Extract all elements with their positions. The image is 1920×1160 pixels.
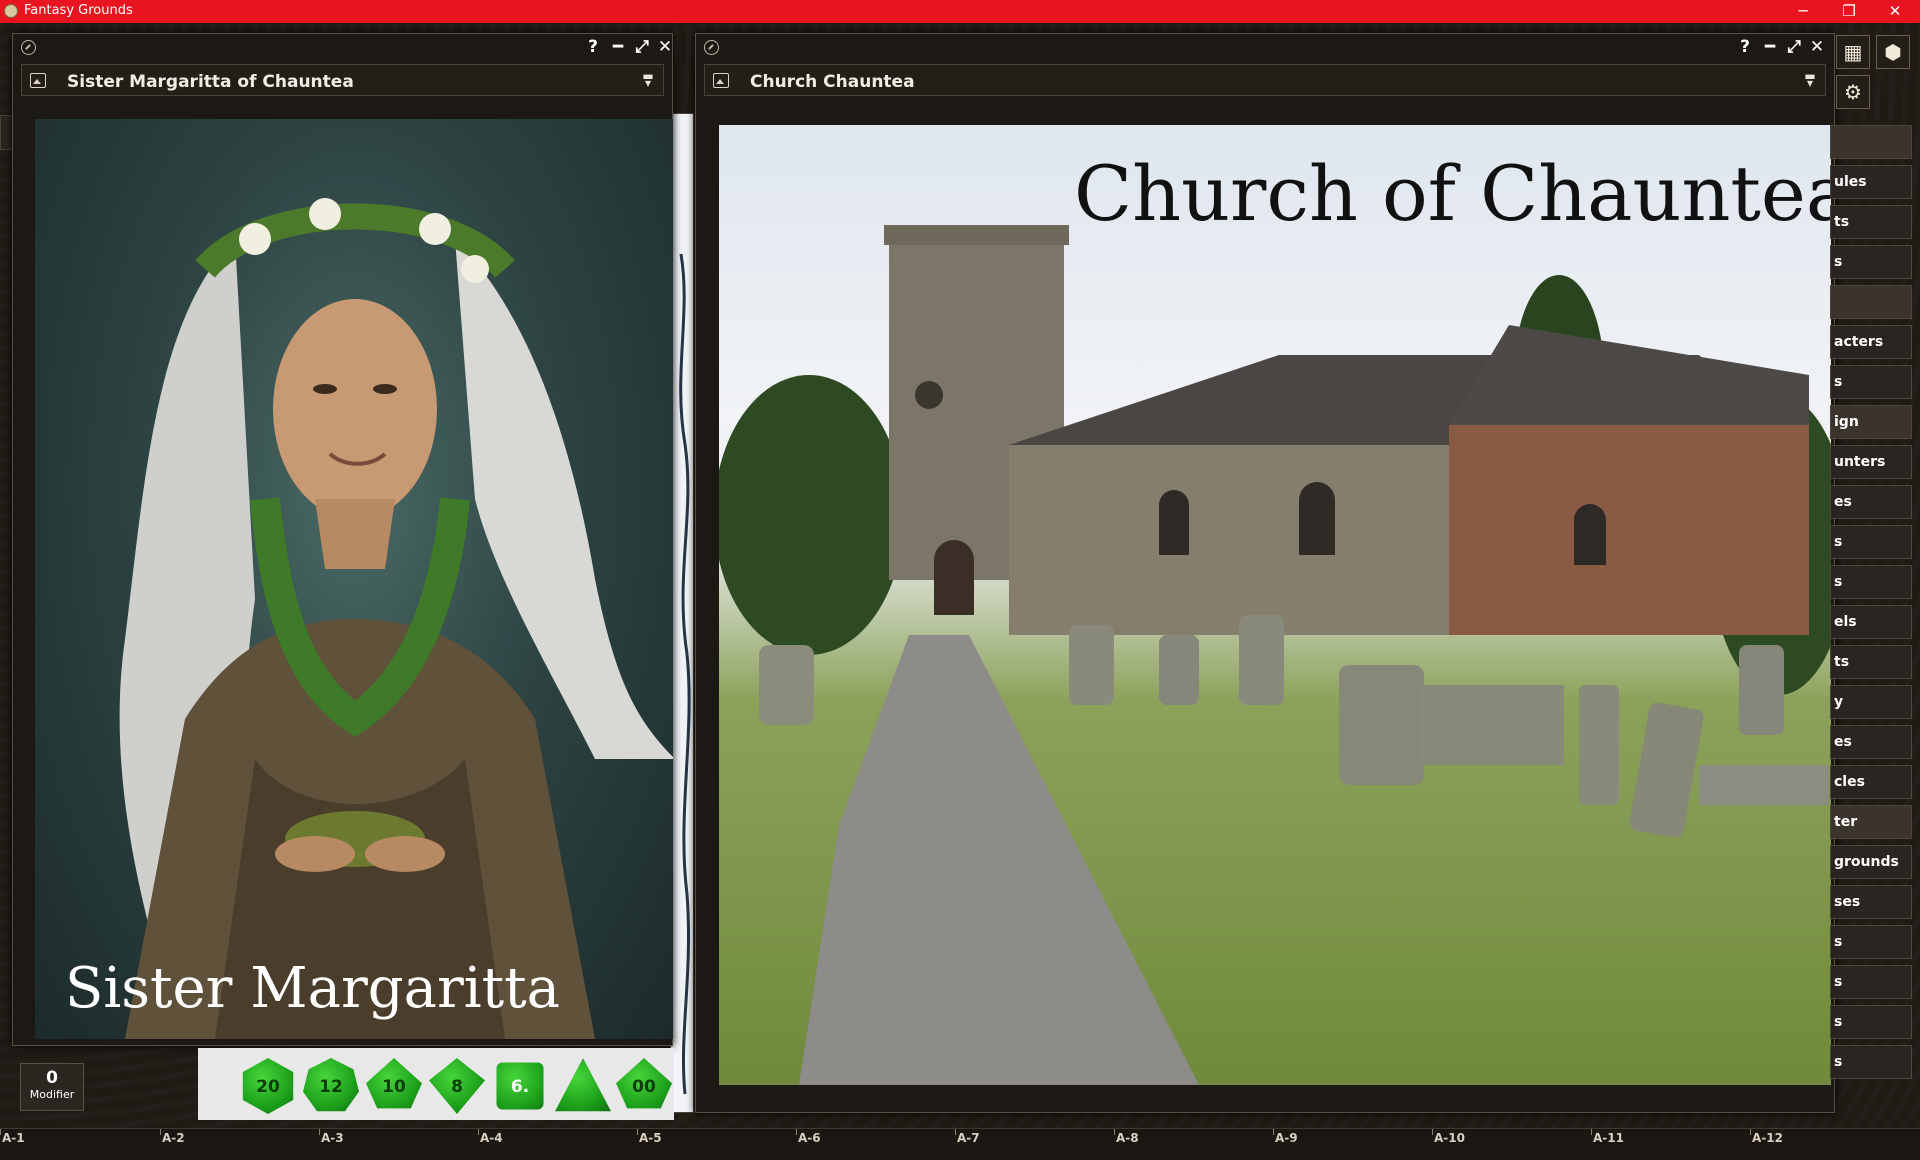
window-toolbar: ? ━ ⤢ ✕ [696, 34, 1834, 60]
gear-icon[interactable]: ⚙ [1836, 75, 1870, 109]
d20-die[interactable]: 20 [240, 1058, 296, 1114]
map-edge-art [679, 253, 691, 1095]
sidebar-item[interactable]: es [1830, 725, 1912, 759]
help-button[interactable]: ? [583, 37, 603, 57]
grid-label: A-9 [1275, 1131, 1298, 1145]
help-button[interactable]: ? [1735, 37, 1755, 57]
sidebar-item-encounters[interactable]: unters [1830, 445, 1912, 479]
grid-label: A-6 [798, 1131, 821, 1145]
modifier-label: Modifier [29, 1088, 75, 1101]
sidebar-item[interactable]: ts [1830, 205, 1912, 239]
sidebar-item[interactable] [1830, 125, 1912, 159]
image-window-sister-margaritta[interactable]: ? ━ ⤢ ✕ Sister Margaritta of Chauntea ▬ ▾ [12, 33, 673, 1046]
sidebar-item[interactable]: ses [1830, 885, 1912, 919]
d8-die[interactable]: 8 [429, 1058, 485, 1114]
sidebar-item[interactable]: es [1830, 485, 1912, 519]
menu-icon[interactable]: ▬ ▾ [639, 70, 657, 89]
portrait-caption: Sister Margaritta [65, 956, 560, 1021]
background-map-edge [670, 113, 694, 1113]
d10-die[interactable]: 10 [366, 1058, 422, 1114]
image-icon [713, 73, 729, 88]
link-icon[interactable] [704, 40, 719, 55]
window-header: Sister Margaritta of Chauntea ▬ ▾ [21, 64, 664, 96]
close-button[interactable]: ✕ [1807, 37, 1827, 57]
expand-button[interactable]: ⤢ [1784, 37, 1804, 57]
sidebar-item[interactable]: s [1830, 1005, 1912, 1039]
church-art: Church of Chauntea [719, 149, 1831, 1085]
window-header: Church Chauntea ▬ ▾ [704, 64, 1826, 96]
sidebar-item[interactable]: cles [1830, 765, 1912, 799]
grid-label: A-10 [1434, 1131, 1465, 1145]
minimize-button[interactable]: ━ [608, 37, 628, 57]
modifier-box[interactable]: 0 Modifier [20, 1063, 84, 1111]
church-image[interactable]: Church of Chauntea [719, 125, 1831, 1085]
app-titlebar: Fantasy Grounds ─ ❐ ✕ [0, 0, 1920, 23]
sidebar-item-characters[interactable]: acters [1830, 325, 1912, 359]
grid-label: A-4 [480, 1131, 503, 1145]
sidebar-item-campaign[interactable]: ign [1830, 405, 1912, 439]
grid-label: A-7 [957, 1131, 980, 1145]
dice-tray: 20 12 10 8 6. 00 [198, 1048, 674, 1120]
calendar-icon[interactable]: ▦ [1836, 35, 1870, 69]
sidebar-item[interactable]: s [1830, 365, 1912, 399]
grid-label: A-2 [162, 1131, 185, 1145]
restore-window-button[interactable]: ❐ [1826, 0, 1872, 23]
grid-label: A-3 [321, 1131, 344, 1145]
sidebar-item-modules[interactable]: ules [1830, 165, 1912, 199]
sidebar-item[interactable] [1830, 285, 1912, 319]
close-window-button[interactable]: ✕ [1872, 0, 1918, 23]
sidebar-item[interactable]: els [1830, 605, 1912, 639]
sidebar-item[interactable]: s [1830, 245, 1912, 279]
window-title: Sister Margaritta of Chauntea [67, 72, 354, 92]
sidebar-item[interactable]: s [1830, 565, 1912, 599]
grid-label: A-11 [1593, 1131, 1624, 1145]
minimize-button[interactable]: ━ [1760, 37, 1780, 57]
menu-icon[interactable]: ▬ ▾ [1801, 70, 1819, 89]
sidebar-item[interactable]: s [1830, 1045, 1912, 1079]
grid-label: A-8 [1116, 1131, 1139, 1145]
d100-die[interactable]: 00 [616, 1058, 672, 1114]
sidebar-item[interactable]: s [1830, 925, 1912, 959]
sidebar: ules ts s acters s ign unters es s s els… [1830, 125, 1920, 1080]
d20-icon[interactable]: ⬢ [1876, 35, 1910, 69]
d12-die[interactable]: 12 [303, 1058, 359, 1114]
close-button[interactable]: ✕ [655, 37, 675, 57]
portrait-image[interactable]: Sister Margaritta [35, 119, 673, 1039]
d6-die[interactable]: 6. [492, 1058, 548, 1114]
grid-label: A-5 [639, 1131, 662, 1145]
image-icon [30, 73, 46, 88]
church-caption: Church of Chauntea [1074, 149, 1831, 238]
sidebar-item[interactable]: s [1830, 525, 1912, 559]
portrait-art: Sister Margaritta [65, 198, 673, 1039]
window-toolbar: ? ━ ⤢ ✕ [13, 34, 672, 60]
sidebar-item-backgrounds[interactable]: grounds [1830, 845, 1912, 879]
window-title: Church Chauntea [750, 72, 915, 92]
link-icon[interactable] [21, 40, 36, 55]
app-title: Fantasy Grounds [24, 3, 133, 18]
image-window-church-chauntea[interactable]: ? ━ ⤢ ✕ Church Chauntea ▬ ▾ Church of Ch… [695, 33, 1835, 1113]
sidebar-item[interactable]: y [1830, 685, 1912, 719]
minimize-window-button[interactable]: ─ [1780, 0, 1826, 23]
grid-label: A-1 [2, 1131, 25, 1145]
d4-die[interactable] [555, 1058, 611, 1114]
fantasy-grounds-logo-icon [4, 4, 18, 18]
sidebar-item[interactable]: ts [1830, 645, 1912, 679]
sidebar-item[interactable]: ter [1830, 805, 1912, 839]
grid-ruler: A-1 A-2 A-3 A-4 A-5 A-6 A-7 A-8 A-9 A-10… [0, 1128, 1920, 1160]
expand-button[interactable]: ⤢ [632, 37, 652, 57]
grid-label: A-12 [1752, 1131, 1783, 1145]
sidebar-item[interactable]: s [1830, 965, 1912, 999]
modifier-value: 0 [46, 1068, 58, 1088]
